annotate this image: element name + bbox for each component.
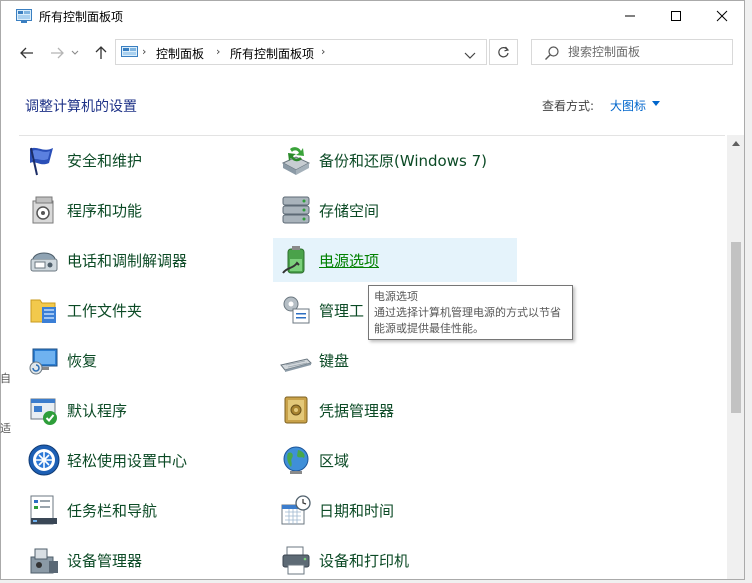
minimize-button[interactable] (607, 1, 653, 31)
caret-down-icon[interactable] (652, 101, 660, 106)
programs-icon (32, 196, 54, 224)
header-divider (19, 135, 725, 136)
item-device-manager[interactable]: 设备管理器 (21, 538, 261, 579)
item-backup-restore[interactable]: 备份和还原(Windows 7) (273, 138, 533, 182)
item-label: 区域 (319, 452, 350, 470)
maximize-button[interactable] (653, 1, 699, 31)
item-ease-of-access[interactable]: 轻松使用设置中心 (21, 438, 261, 482)
item-devices-printers[interactable]: 设备和打印机 (273, 538, 533, 579)
item-date-time[interactable]: 日期和时间 (273, 488, 533, 532)
breadcrumb-separator-icon[interactable]: › (142, 45, 146, 58)
item-label: 恢复 (67, 352, 98, 370)
refresh-icon (498, 46, 510, 57)
item-label: 默认程序 (67, 402, 128, 420)
item-keyboard[interactable]: 键盘 (273, 338, 533, 382)
item-label: 键盘 (319, 352, 350, 370)
arrow-up-icon (95, 46, 107, 59)
item-label: 电源选项 (319, 252, 380, 270)
breadcrumb-control-panel[interactable]: 控制面板 (156, 45, 204, 62)
phone-modem-icon (30, 252, 58, 272)
item-credential-manager[interactable]: 凭据管理器 (273, 388, 533, 432)
item-label: 设备管理器 (67, 552, 143, 570)
item-admin-tools[interactable]: 管理工 (273, 288, 373, 332)
default-programs-icon (30, 398, 57, 425)
up-button[interactable] (91, 43, 111, 63)
item-phone-modem[interactable]: 电话和调制解调器 (21, 238, 261, 282)
item-label: 轻松使用设置中心 (67, 452, 188, 470)
page-heading: 调整计算机的设置 (25, 99, 137, 115)
view-by-label: 查看方式: (542, 99, 595, 113)
item-label: 存储空间 (319, 202, 380, 220)
chevron-down-icon (71, 50, 79, 55)
power-icon (282, 246, 305, 274)
minimize-icon (625, 15, 635, 17)
title-bar[interactable]: 所有控制面板项 (1, 1, 744, 33)
taskbar-icon (30, 495, 57, 525)
admin-tools-icon (283, 296, 310, 324)
backup-icon (281, 147, 311, 175)
power-options-tooltip: 电源选项 通过选择计算机管理电源的方式以节省能源或提供最佳性能。 (368, 285, 573, 340)
storage-icon (282, 196, 310, 224)
item-label: 程序和功能 (67, 202, 143, 220)
keyboard-icon (280, 358, 312, 372)
view-by-dropdown[interactable]: 大图标 (610, 97, 646, 114)
search-input[interactable] (568, 43, 728, 61)
item-label: 管理工 (319, 302, 365, 320)
ease-of-access-icon (28, 444, 60, 476)
item-label: 备份和还原(Windows 7) (319, 152, 487, 170)
address-path-box[interactable]: › 控制面板 › 所有控制面板项 › (115, 39, 487, 65)
printer-icon (282, 546, 310, 575)
work-folders-icon (30, 299, 56, 323)
search-box[interactable] (531, 39, 733, 65)
close-icon (716, 10, 728, 22)
item-label: 任务栏和导航 (67, 502, 158, 520)
item-taskbar-navigation[interactable]: 任务栏和导航 (21, 488, 261, 532)
item-recovery[interactable]: 恢复 (21, 338, 261, 382)
recent-locations-button[interactable] (69, 43, 81, 63)
credential-icon (284, 396, 308, 424)
window-title: 所有控制面板项 (39, 10, 124, 24)
item-label: 安全和维护 (67, 152, 143, 170)
background-text-fragment: 适 (0, 422, 11, 435)
item-label: 工作文件夹 (67, 302, 143, 320)
item-label: 电话和调制解调器 (67, 252, 188, 270)
item-security-maintenance[interactable]: 安全和维护 (21, 138, 261, 182)
control-panel-icon (121, 46, 138, 57)
item-region[interactable]: 区域 (273, 438, 533, 482)
search-icon (545, 46, 559, 60)
control-panel-window: 所有控制面板项 › 控制面板 › 所有控制面板项 › 搜索控制面板 调整计算机的… (0, 0, 745, 580)
refresh-button[interactable] (489, 39, 518, 65)
recovery-icon (29, 348, 58, 375)
chevron-down-icon (464, 52, 476, 59)
datetime-icon (281, 495, 311, 525)
arrow-left-icon (20, 47, 33, 59)
breadcrumb-separator-icon[interactable]: › (321, 45, 325, 58)
flag-icon (30, 147, 53, 176)
breadcrumb-separator-icon[interactable]: › (216, 45, 220, 58)
item-default-programs[interactable]: 默认程序 (21, 388, 261, 432)
control-panel-app-icon (16, 9, 32, 23)
item-power-options[interactable]: 电源选项 (273, 238, 517, 282)
item-label: 凭据管理器 (319, 402, 395, 420)
forward-button[interactable] (47, 43, 67, 63)
close-button[interactable] (699, 1, 744, 31)
item-storage-spaces[interactable]: 存储空间 (273, 188, 533, 232)
background-text-fragment: 自 (0, 372, 11, 385)
item-label: 日期和时间 (319, 502, 395, 520)
scroll-up-arrow-icon[interactable] (732, 141, 740, 146)
item-label: 设备和打印机 (319, 552, 410, 570)
back-button[interactable] (17, 43, 37, 63)
device-manager-icon (30, 548, 58, 574)
breadcrumb-all-items[interactable]: 所有控制面板项 (230, 45, 314, 62)
address-dropdown-button[interactable] (464, 45, 480, 59)
region-icon (283, 446, 309, 474)
tooltip-description: 通过选择计算机管理电源的方式以节省能源或提供最佳性能。 (374, 306, 561, 335)
item-programs-features[interactable]: 程序和功能 (21, 188, 261, 232)
scrollbar-thumb[interactable] (731, 242, 741, 413)
tooltip-title: 电源选项 (374, 290, 418, 303)
arrow-right-icon (51, 47, 64, 59)
maximize-icon (671, 11, 681, 21)
item-work-folders[interactable]: 工作文件夹 (21, 288, 261, 332)
